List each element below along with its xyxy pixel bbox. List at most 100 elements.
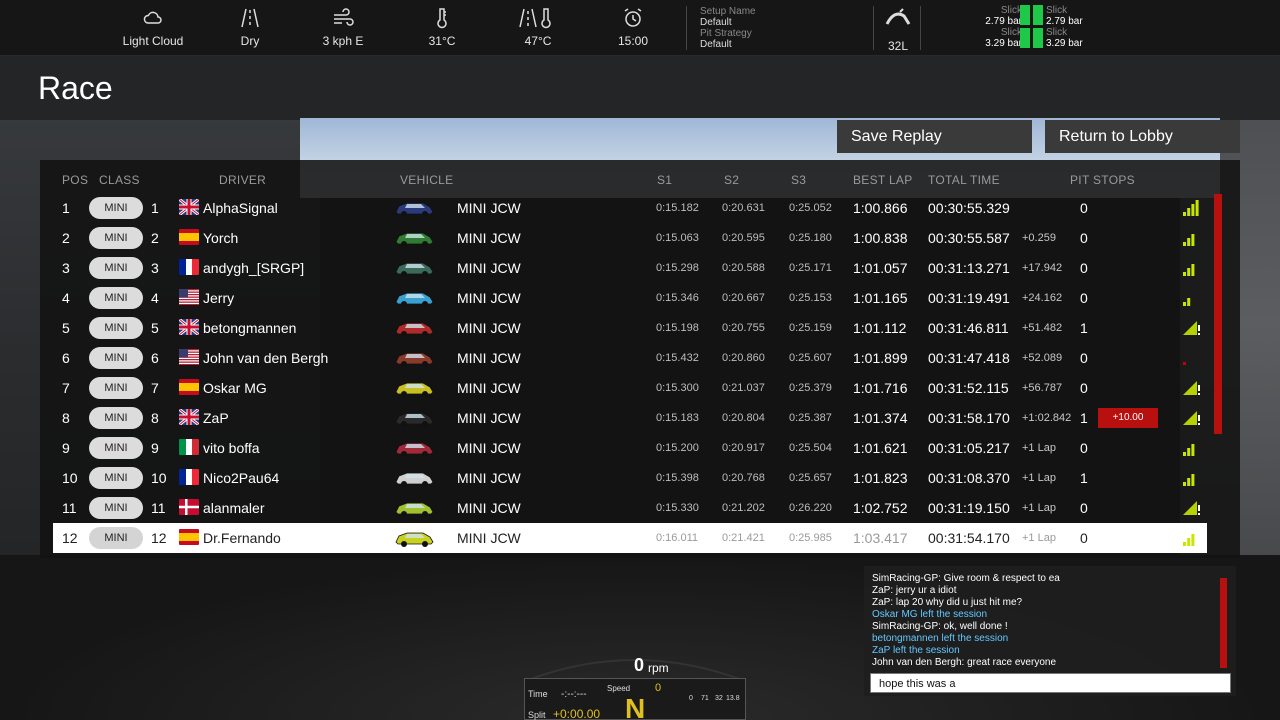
table-row[interactable]: 5 MINI 5 betongmannen MINI JCW 0:15.198 0:20.7… (53, 313, 1207, 343)
cloud-icon (143, 11, 162, 24)
vehicle-name: MINI JCW (457, 260, 521, 276)
gap-to-leader: +1 Lap (1022, 502, 1056, 514)
driver-name: AlphaSignal (203, 200, 278, 216)
car-livery-icon (393, 318, 435, 338)
table-row[interactable]: 8 MINI 8 ZaP MINI JCW 0:15.183 0:20.804 0:25.38… (53, 403, 1207, 433)
car-livery-icon (393, 468, 435, 488)
sector-1-time: 0:15.432 (656, 352, 699, 364)
sector-2-time: 0:20.917 (722, 442, 765, 454)
vehicle-name: MINI JCW (457, 380, 521, 396)
best-lap-time: 1:01.716 (853, 380, 908, 396)
return-to-lobby-button[interactable]: Return to Lobby (1045, 120, 1240, 153)
table-scrollbar[interactable] (1214, 194, 1222, 434)
gap-to-leader: +1 Lap (1022, 532, 1056, 544)
col-header-s3: S3 (791, 173, 807, 187)
table-row[interactable]: 3 MINI 3 andygh_[SRGP] MINI JCW 0:15.298 0:20.… (53, 253, 1207, 283)
setup-info: Setup Name Default Pit Strategy Default (700, 6, 756, 50)
time-of-day-label: 15:00 (617, 34, 649, 48)
sector-2-time: 0:20.768 (722, 472, 765, 484)
country-flag-icon (179, 349, 199, 365)
total-time: 00:31:19.150 (928, 500, 1010, 516)
driver-name: Dr.Fernando (203, 530, 281, 546)
sector-1-time: 0:15.398 (656, 472, 699, 484)
tyre-status: Slick 2.79 bar Slick 2.79 bar Slick 3.29… (966, 5, 1096, 51)
pit-stop-count: 0 (1080, 260, 1088, 276)
class-badge: MINI (89, 197, 143, 219)
car-livery-icon (393, 348, 435, 368)
sector-1-time: 0:15.330 (656, 502, 699, 514)
table-row[interactable]: 11 MINI 11 alanmaler MINI JCW 0:15.330 0:21.20… (53, 493, 1207, 523)
front-left-tyre: Slick 2.79 bar (985, 5, 1022, 27)
col-header-pit-stops: PIT STOPS (1070, 173, 1135, 187)
sector-2-time: 0:20.588 (722, 262, 765, 274)
vehicle-name: MINI JCW (457, 290, 521, 306)
best-lap-time: 1:01.823 (853, 470, 908, 486)
sector-3-time: 0:25.504 (789, 442, 832, 454)
driver-name: betongmannen (203, 320, 297, 336)
table-row[interactable]: 7 MINI 7 Oskar MG MINI JCW 0:15.300 0:21.037 0:… (53, 373, 1207, 403)
position: 12 (62, 530, 78, 546)
best-lap-time: 1:00.866 (853, 200, 908, 216)
col-header-driver: DRIVER (219, 173, 267, 187)
col-header-vehicle: VEHICLE (400, 173, 454, 187)
total-time: 00:31:58.170 (928, 410, 1010, 426)
fuel-label: 32L (887, 39, 909, 53)
table-row[interactable]: 10 MINI 10 Nico2Pau64 MINI JCW 0:15.398 0:20.7… (53, 463, 1207, 493)
total-time: 00:31:54.170 (928, 530, 1010, 546)
country-flag-icon (179, 379, 199, 395)
class-position: 8 (151, 410, 159, 426)
table-row[interactable]: 9 MINI 9 vito boffa MINI JCW 0:15.200 0:20.917… (53, 433, 1207, 463)
class-position: 6 (151, 350, 159, 366)
driver-name: Nico2Pau64 (203, 470, 280, 486)
gap-to-leader: +17.942 (1022, 262, 1063, 274)
vehicle-name: MINI JCW (457, 530, 521, 546)
class-position: 4 (151, 290, 159, 306)
vehicle-name: MINI JCW (457, 500, 521, 516)
road-icon (241, 8, 259, 28)
total-time: 00:30:55.587 (928, 230, 1010, 246)
car-livery-icon (393, 258, 435, 278)
connection-quality-icon (1181, 349, 1201, 367)
sector-1-time: 0:15.346 (656, 292, 699, 304)
class-badge: MINI (89, 437, 143, 459)
sector-2-time: 0:20.804 (722, 412, 765, 424)
table-row[interactable]: 12 MINI 12 Dr.Fernando MINI JCW 0:16.011 0:21.… (53, 523, 1207, 553)
track-condition-label: Dry (240, 34, 260, 48)
split-label: Split (528, 710, 546, 720)
table-row[interactable]: 2 MINI 2 Yorch MINI JCW 0:15.063 0:20.595 0:25.… (53, 223, 1207, 253)
gap-to-leader: +24.162 (1022, 292, 1063, 304)
track-temperature-icon (519, 8, 551, 29)
track-temp-item: 47°C (493, 6, 583, 48)
position: 2 (62, 230, 70, 246)
driver-name: andygh_[SRGP] (203, 260, 305, 276)
class-position: 9 (151, 440, 159, 456)
table-row[interactable]: 6 MINI 6 John van den Bergh MINI JCW 0:15.432… (53, 343, 1207, 373)
class-position: 7 (151, 380, 159, 396)
class-badge: MINI (89, 527, 143, 549)
class-position: 1 (151, 200, 159, 216)
alarm-clock-icon (624, 8, 642, 27)
chat-system-message: Oskar MG left the session (872, 609, 988, 620)
sector-1-time: 0:16.011 (656, 532, 699, 544)
driver-name: alanmaler (203, 500, 265, 516)
table-row[interactable]: 1 MINI 1 AlphaSignal MINI JCW 0:15.182 0:20.63… (53, 193, 1207, 223)
track-condition-item: Dry (205, 6, 295, 48)
sector-1-time: 0:15.182 (656, 202, 699, 214)
save-replay-button[interactable]: Save Replay (837, 120, 1032, 153)
class-badge: MINI (89, 347, 143, 369)
sector-3-time: 0:26.220 (789, 502, 832, 514)
chat-scrollbar[interactable] (1220, 578, 1227, 668)
best-lap-time: 1:01.057 (853, 260, 908, 276)
pit-stop-count: 1 (1080, 470, 1088, 486)
total-time: 00:31:46.811 (928, 320, 1009, 336)
chat-input[interactable]: hope this was a (870, 673, 1231, 693)
country-flag-icon (179, 259, 199, 275)
position: 1 (62, 200, 70, 216)
chat-message: John van den Bergh: great race everyone (872, 657, 1057, 668)
connection-quality-icon (1181, 439, 1201, 457)
car-livery-icon (393, 408, 435, 428)
dash-value-71: 71 (701, 695, 709, 702)
country-flag-icon (179, 319, 199, 335)
weather-label: Light Cloud (122, 34, 184, 48)
table-row[interactable]: 4 MINI 4 Jerry MINI JCW 0:15.346 0:20.667 0:25.… (53, 283, 1207, 313)
